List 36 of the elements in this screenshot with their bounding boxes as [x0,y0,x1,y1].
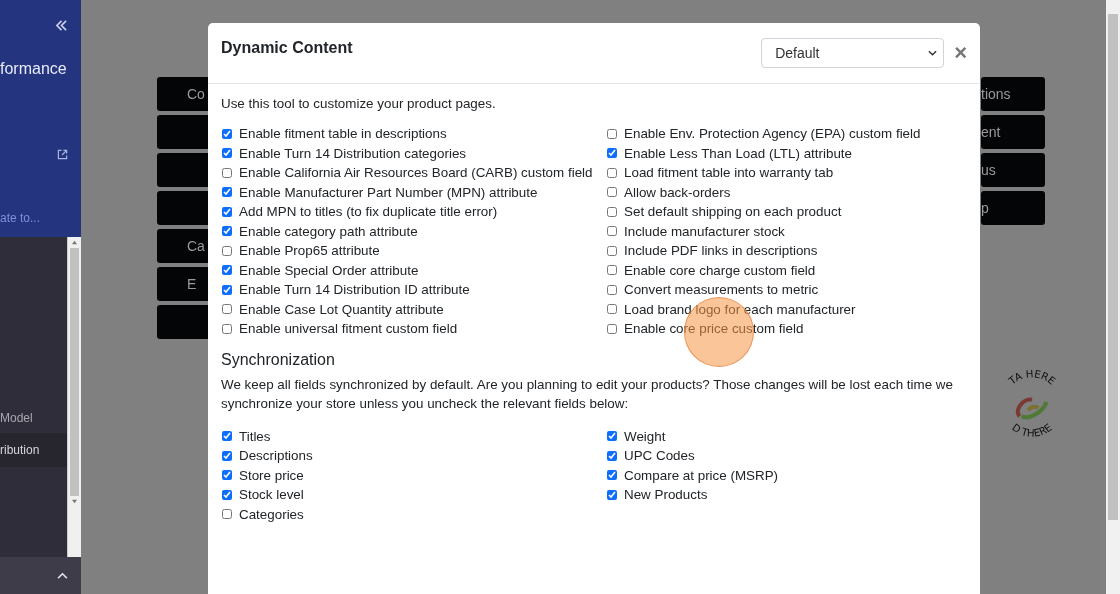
checkbox-label: Enable fitment table in descriptions [239,126,447,142]
checkbox-label: Load fitment table into warranty tab [624,165,834,181]
checkbox-label: Enable Manufacturer Part Number (MPN) attribute [239,184,538,200]
checkbox-label: Enable Turn 14 Distribution categories [239,145,467,161]
section-heading: Synchronization [221,350,336,369]
checkbox-label: UPC Codes [624,448,695,464]
checkbox-label: Weight [624,428,666,444]
checkbox-label: Enable Less Than Load (LTL) attribute [624,145,853,161]
checkbox-label: New Products [624,487,708,503]
checkbox-label: Enable core charge custom field [624,262,816,278]
intro-text: Use this tool to customize your product pages. [221,96,497,111]
checkbox-label: Allow back-orders [624,184,731,200]
checkbox-label: Enable Special Order attribute [239,262,419,278]
checkbox-label: Categories [239,506,304,522]
sidebar-title: formance [0,60,67,78]
checkbox-label: Store price [239,467,304,483]
checkbox-label: Load brand logo for each manufacturer [624,301,856,317]
checkbox-label: Set default shipping on each product [624,204,842,220]
checkbox-label: Include manufacturer stock [624,223,785,239]
checkbox-label: Enable Turn 14 Distribution ID attribute [239,282,470,298]
checkbox-label: Descriptions [239,448,313,464]
checkbox-label: Enable California Air Resources Board (CARB) custom field [239,165,593,181]
checkbox-label: Enable Prop65 attribute [239,243,380,259]
checkbox-label: Titles [239,428,271,444]
checkbox-label: Compare at price (MSRP) [624,467,779,483]
sync-description: We keep all fields synchronized by default. Are you planning to edit your products? Those changes will be lost each time we synchronize your store unless you uncheck the relevant fields below: [221,375,954,413]
checkbox-label: Enable Env. Protection Agency (EPA) custom field [624,126,921,142]
checkbox-label: Include PDF links in descriptions [624,243,818,259]
checkbox-label: Convert measurements to metric [624,282,819,298]
logo: TA HERE D THERE [991,365,1073,447]
checkbox-label: Stock level [239,487,304,503]
checkbox-label: Enable category path attribute [239,223,418,239]
dialog-title: Dynamic Content [221,39,354,57]
checkbox-label: Enable universal fitment custom field [239,321,458,337]
checkbox-label: Enable Case Lot Quantity attribute [239,301,444,317]
checkbox-label: Add MPN to titles (to fix duplicate title error) [239,204,498,220]
